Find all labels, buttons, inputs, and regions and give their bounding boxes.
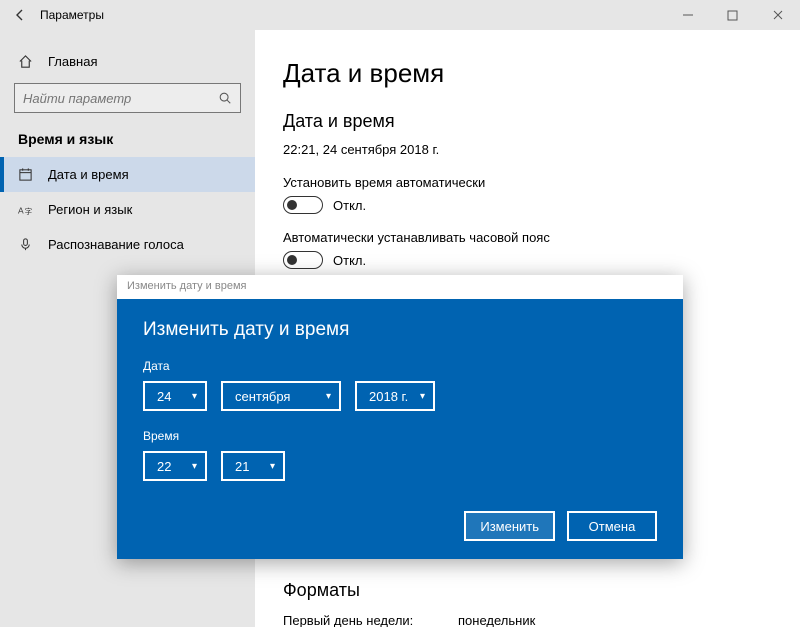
home-label: Главная [48,54,97,69]
format-value: понедельник [458,613,535,627]
minute-select[interactable]: 21 ▾ [221,451,285,481]
toggle-state: Откл. [333,253,366,268]
section-heading: Дата и время [283,111,772,132]
dialog-heading: Изменить дату и время [143,319,657,341]
minute-value: 21 [235,459,249,474]
language-icon: A字 [18,202,34,217]
sidebar-item-label: Распознавание голоса [48,237,184,252]
back-button[interactable] [0,0,40,30]
year-value: 2018 г. [369,389,408,404]
search-icon [218,91,232,105]
microphone-icon [18,237,34,252]
apply-button-label: Изменить [480,519,539,534]
sidebar-item-label: Дата и время [48,167,129,182]
auto-tz-toggle[interactable] [283,251,323,269]
year-select[interactable]: 2018 г. ▾ [355,381,435,411]
sidebar-section-title: Время и язык [0,131,255,157]
chevron-down-icon: ▾ [326,391,331,402]
page-title: Дата и время [283,58,772,89]
svg-text:A: A [18,205,24,215]
chevron-down-icon: ▾ [192,391,197,402]
chevron-down-icon: ▾ [270,461,275,472]
dialog-window-title: Изменить дату и время [117,275,683,299]
formats-heading: Форматы [283,580,772,601]
day-value: 24 [157,389,171,404]
toggle-state: Откл. [333,198,366,213]
time-label: Время [143,429,657,443]
auto-time-label: Установить время автоматически [283,175,772,190]
titlebar: Параметры [0,0,800,30]
search-input[interactable] [14,83,241,113]
close-button[interactable] [755,0,800,30]
chevron-down-icon: ▾ [192,461,197,472]
home-icon [18,54,34,69]
current-datetime: 22:21, 24 сентября 2018 г. [283,142,772,157]
sidebar-item-speech[interactable]: Распознавание голоса [0,227,255,262]
hour-select[interactable]: 22 ▾ [143,451,207,481]
chevron-down-icon: ▾ [420,391,425,402]
hour-value: 22 [157,459,171,474]
home-link[interactable]: Главная [0,48,255,83]
window-title: Параметры [40,8,104,22]
format-row: Первый день недели: понедельник [283,613,772,627]
maximize-button[interactable] [710,0,755,30]
apply-button[interactable]: Изменить [464,511,555,541]
auto-time-toggle[interactable] [283,196,323,214]
cancel-button-label: Отмена [589,519,636,534]
format-key: Первый день недели: [283,613,458,627]
clock-icon [18,167,34,182]
sidebar-item-label: Регион и язык [48,202,132,217]
change-datetime-dialog: Изменить дату и время Изменить дату и вр… [117,275,683,559]
sidebar-item-date-time[interactable]: Дата и время [0,157,255,192]
month-select[interactable]: сентября ▾ [221,381,341,411]
svg-text:字: 字 [25,206,33,216]
search-field[interactable] [23,91,218,106]
cancel-button[interactable]: Отмена [567,511,657,541]
month-value: сентября [235,389,290,404]
day-select[interactable]: 24 ▾ [143,381,207,411]
minimize-button[interactable] [665,0,710,30]
date-label: Дата [143,359,657,373]
auto-tz-label: Автоматически устанавливать часовой пояс [283,230,772,245]
sidebar-item-region-language[interactable]: A字 Регион и язык [0,192,255,227]
